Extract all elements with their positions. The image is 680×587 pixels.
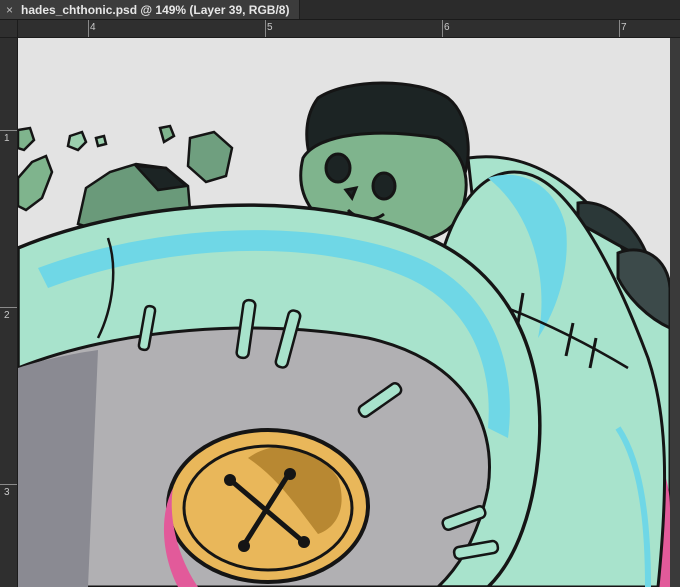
close-tab-icon[interactable]: × bbox=[6, 3, 13, 17]
ruler-label: 7 bbox=[621, 22, 627, 33]
ruler-label: 5 bbox=[267, 22, 273, 33]
canvas-scroll-edge[interactable] bbox=[670, 38, 680, 587]
ruler-major-tick bbox=[619, 20, 620, 37]
ruler-origin-corner[interactable] bbox=[0, 20, 18, 38]
ruler-major-tick bbox=[442, 20, 443, 37]
ruler-label: 4 bbox=[90, 22, 96, 33]
artwork bbox=[18, 81, 670, 587]
document-tab-title: hades_chthonic.psd @ 149% (Layer 39, RGB… bbox=[21, 2, 290, 17]
vertical-ruler[interactable]: 1 2 3 bbox=[0, 38, 18, 587]
document-canvas[interactable] bbox=[18, 38, 670, 587]
ruler-major-tick bbox=[88, 20, 89, 37]
document-tab-bar: × hades_chthonic.psd @ 149% (Layer 39, R… bbox=[0, 0, 680, 20]
ruler-major-tick bbox=[265, 20, 266, 37]
ruler-major-tick bbox=[0, 307, 17, 308]
document-tab[interactable]: × hades_chthonic.psd @ 149% (Layer 39, R… bbox=[0, 0, 301, 19]
ruler-label: 3 bbox=[4, 487, 10, 498]
horizontal-ruler[interactable]: 4 5 6 7 bbox=[18, 20, 680, 38]
ruler-major-tick bbox=[0, 130, 17, 131]
ruler-label: 2 bbox=[4, 310, 10, 321]
ruler-label: 1 bbox=[4, 133, 10, 144]
ruler-label: 6 bbox=[444, 22, 450, 33]
ruler-major-tick bbox=[0, 484, 17, 485]
